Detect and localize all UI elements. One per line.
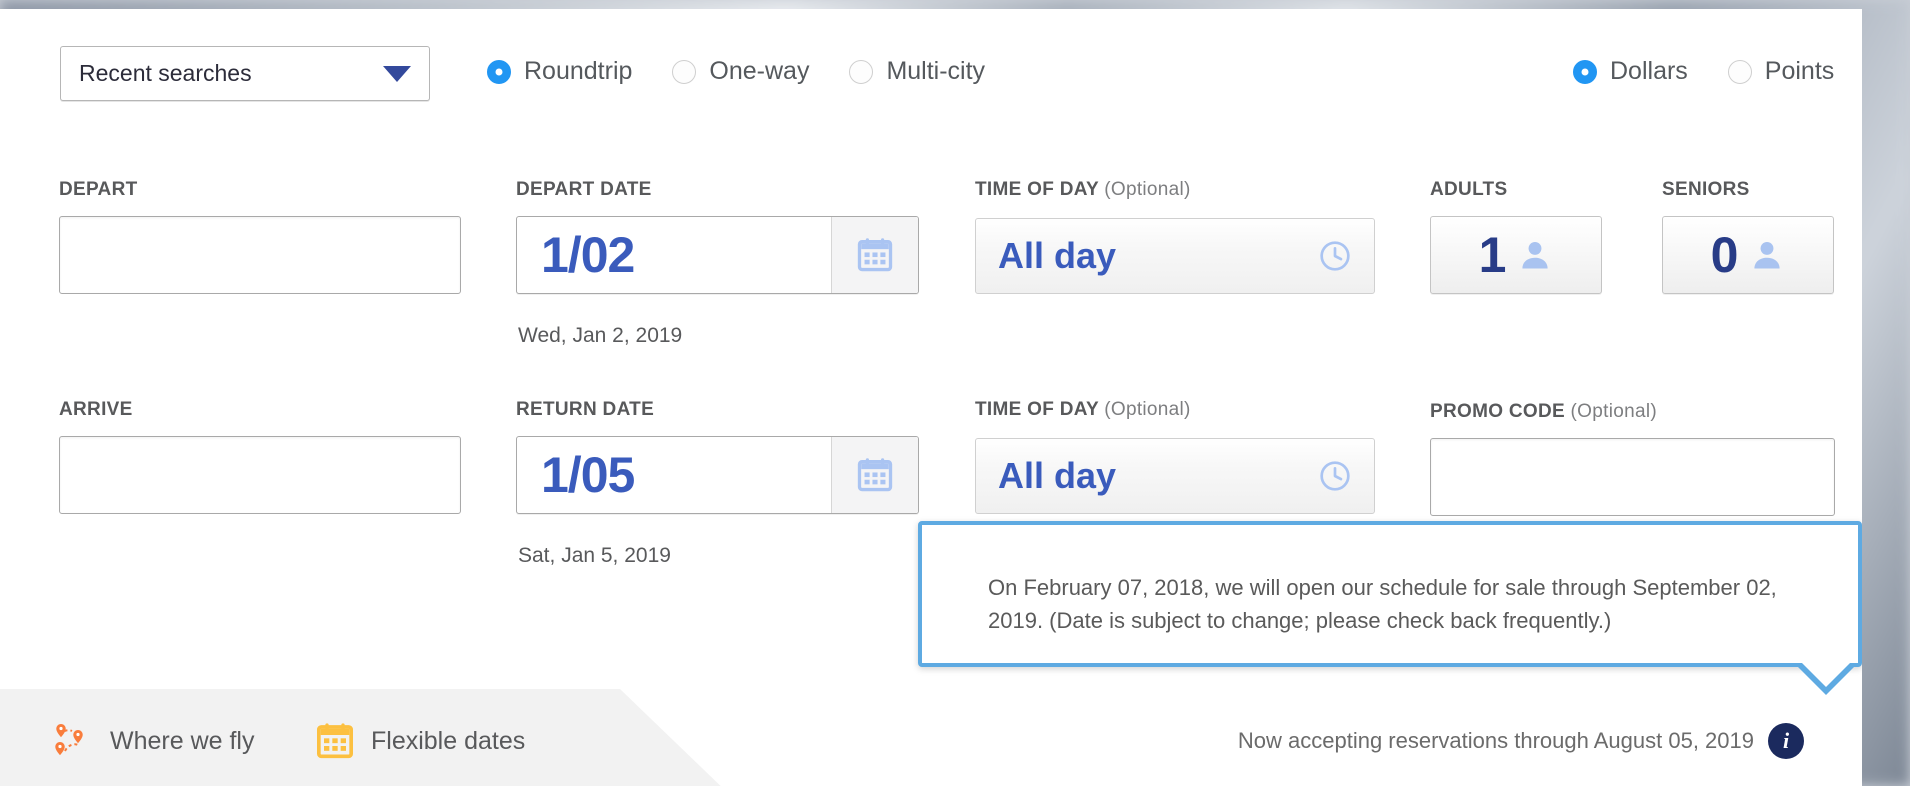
depart-time-field[interactable]: All day — [975, 218, 1375, 294]
depart-date-sublabel: Wed, Jan 2, 2019 — [518, 324, 683, 347]
radio-multi-city-indicator[interactable] — [849, 59, 874, 84]
seniors-label: SENIORS — [1662, 179, 1750, 200]
depart-time-value: All day — [998, 235, 1117, 276]
return-date-field[interactable]: 1/05 — [516, 436, 919, 514]
chevron-down-icon — [383, 65, 411, 82]
radio-roundtrip[interactable]: Roundtrip — [487, 57, 632, 86]
return-date-label: RETURN DATE — [516, 399, 655, 420]
tooltip-arrow-inner — [1800, 661, 1852, 687]
person-icon — [1754, 241, 1781, 269]
radio-multi-city[interactable]: Multi-city — [849, 57, 985, 86]
clock-icon — [1320, 461, 1350, 491]
depart-date-label: DEPART DATE — [516, 179, 652, 200]
depart-input[interactable] — [59, 216, 461, 294]
return-date-calendar-button[interactable] — [831, 437, 918, 513]
return-date-sublabel: Sat, Jan 5, 2019 — [518, 544, 671, 567]
seniors-value: 0 — [1710, 227, 1739, 283]
top-options-row: Recent searches Roundtrip One-way Multi-… — [0, 9, 1862, 121]
radio-one-way[interactable]: One-way — [672, 57, 809, 86]
reservations-note: Now accepting reservations through Augus… — [1238, 723, 1804, 759]
return-time-field[interactable]: All day — [975, 438, 1375, 514]
where-we-fly-label: Where we fly — [110, 726, 255, 755]
info-icon[interactable]: i — [1768, 723, 1804, 759]
where-we-fly-link[interactable]: Where we fly — [52, 721, 254, 761]
depart-label: DEPART — [59, 179, 138, 200]
return-time-optional-text: (Optional) — [1104, 399, 1191, 420]
schedule-tooltip: On February 07, 2018, we will open our s… — [918, 521, 1862, 667]
promo-code-optional-text: (Optional) — [1570, 401, 1657, 422]
person-icon — [1522, 241, 1549, 269]
return-time-label: TIME OF DAY (Optional) — [975, 399, 1191, 421]
trip-type-radio-group: Roundtrip One-way Multi-city — [487, 57, 985, 86]
recent-searches-label: Recent searches — [79, 60, 252, 86]
arrive-label: ARRIVE — [59, 399, 133, 420]
radio-one-way-label: One-way — [709, 57, 810, 85]
flexible-dates-label: Flexible dates — [371, 726, 526, 755]
radio-one-way-indicator[interactable] — [672, 59, 697, 84]
radio-roundtrip-indicator[interactable] — [487, 59, 511, 84]
adults-stepper[interactable]: 1 — [1430, 216, 1602, 294]
map-pins-icon — [55, 724, 83, 756]
tooltip-text: On February 07, 2018, we will open our s… — [988, 575, 1777, 633]
return-time-value: All day — [998, 455, 1117, 496]
depart-time-label-text: TIME OF DAY — [975, 179, 1099, 200]
radio-multi-city-label: Multi-city — [886, 57, 986, 85]
promo-code-label-text: PROMO CODE — [1430, 401, 1565, 422]
flexible-dates-link[interactable]: Flexible dates — [315, 721, 525, 761]
clock-icon — [1320, 241, 1350, 271]
calendar-icon — [857, 458, 893, 492]
return-date-value: 1/05 — [541, 447, 635, 503]
calendar-icon — [316, 723, 353, 759]
adults-label: ADULTS — [1430, 179, 1508, 200]
booking-widget-card: Recent searches Roundtrip One-way Multi-… — [0, 9, 1862, 786]
radio-dollars-label: Dollars — [1610, 57, 1688, 85]
depart-date-field[interactable]: 1/02 — [516, 216, 919, 294]
seniors-stepper[interactable]: 0 — [1662, 216, 1834, 294]
radio-dollars-indicator[interactable] — [1573, 59, 1597, 84]
return-time-label-text: TIME OF DAY — [975, 399, 1099, 420]
depart-date-value: 1/02 — [541, 227, 635, 283]
radio-points[interactable]: Points — [1727, 57, 1835, 86]
depart-time-optional-text: (Optional) — [1104, 179, 1191, 200]
reservations-note-text: Now accepting reservations through Augus… — [1237, 728, 1754, 753]
arrive-input[interactable] — [59, 436, 461, 514]
radio-roundtrip-label: Roundtrip — [524, 57, 633, 85]
promo-code-label: PROMO CODE (Optional) — [1430, 401, 1657, 423]
radio-points-label: Points — [1764, 57, 1835, 85]
adults-value: 1 — [1478, 227, 1507, 283]
radio-points-indicator[interactable] — [1727, 59, 1752, 84]
calendar-icon — [857, 238, 893, 272]
radio-dollars[interactable]: Dollars — [1573, 57, 1688, 86]
depart-date-calendar-button[interactable] — [831, 217, 918, 293]
fare-type-radio-group: Dollars Points — [1573, 57, 1834, 86]
recent-searches-dropdown[interactable]: Recent searches — [60, 46, 430, 101]
depart-time-label: TIME OF DAY (Optional) — [975, 179, 1191, 201]
promo-code-input[interactable] — [1430, 438, 1835, 516]
